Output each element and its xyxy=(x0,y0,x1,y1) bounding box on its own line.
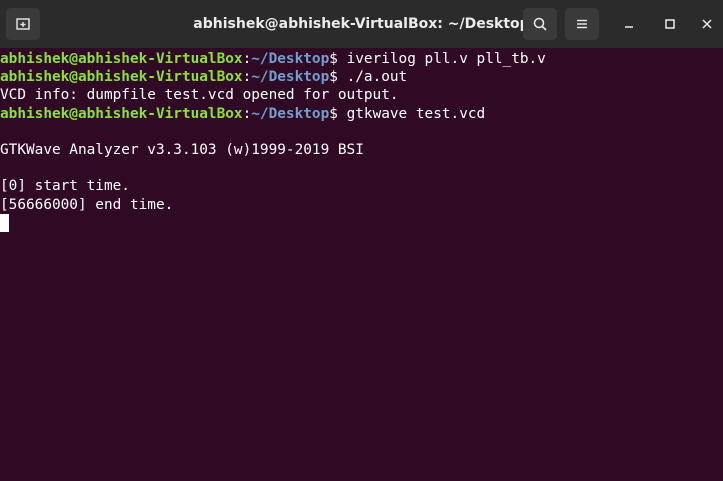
search-button[interactable] xyxy=(523,8,557,40)
prompt-separator: : xyxy=(242,105,252,122)
search-icon xyxy=(533,17,547,31)
prompt-separator: : xyxy=(242,69,252,86)
output-text: GTKWave Analyzer v3.3.103 (w)1999-2019 B… xyxy=(0,141,364,158)
command-text: $ gtkwave test.vcd xyxy=(329,105,486,122)
terminal-output[interactable]: abhishek@abhishek-VirtualBox:~/Desktop$ … xyxy=(0,48,723,481)
terminal-line: abhishek@abhishek-VirtualBox:~/Desktop$ … xyxy=(0,50,723,68)
maximize-icon xyxy=(665,19,675,29)
terminal-line xyxy=(0,213,723,232)
command-text: $ iverilog pll.v pll_tb.v xyxy=(329,51,546,67)
prompt-path: ~/Desktop xyxy=(251,105,330,122)
terminal-line: GTKWave Analyzer v3.3.103 (w)1999-2019 B… xyxy=(0,141,723,159)
terminal-line: abhishek@abhishek-VirtualBox:~/Desktop$ … xyxy=(0,105,723,123)
title-bar[interactable]: abhishek@abhishek-VirtualBox: ~/Desktop xyxy=(0,0,723,48)
output-text: VCD info: dumpfile test.vcd opened for o… xyxy=(0,87,399,104)
minimize-button[interactable] xyxy=(619,14,639,34)
text-cursor xyxy=(0,213,9,232)
close-icon xyxy=(702,19,712,29)
prompt-user: abhishek@abhishek-VirtualBox xyxy=(0,51,243,67)
new-tab-button[interactable] xyxy=(6,8,40,40)
minimize-icon xyxy=(625,26,633,28)
terminal-line: [56666000] end time. xyxy=(0,196,723,214)
terminal-line: [0] start time. xyxy=(0,177,723,195)
terminal-line: abhishek@abhishek-VirtualBox:~/Desktop$ … xyxy=(0,68,723,86)
maximize-button[interactable] xyxy=(660,14,680,34)
prompt-path: ~/Desktop xyxy=(251,69,330,86)
hamburger-menu-icon xyxy=(577,19,587,29)
command-text: $ ./a.out xyxy=(329,69,408,86)
close-button[interactable] xyxy=(697,14,717,34)
new-tab-icon xyxy=(16,18,30,30)
menu-button[interactable] xyxy=(565,8,599,40)
prompt-separator: : xyxy=(242,51,252,67)
prompt-user: abhishek@abhishek-VirtualBox xyxy=(0,105,243,122)
terminal-line: VCD info: dumpfile test.vcd opened for o… xyxy=(0,86,723,104)
output-text: [0] start time. xyxy=(0,178,130,195)
prompt-user: abhishek@abhishek-VirtualBox xyxy=(0,69,243,86)
window-title: abhishek@abhishek-VirtualBox: ~/Desktop xyxy=(193,16,530,32)
prompt-path: ~/Desktop xyxy=(251,51,330,67)
output-text: [56666000] end time. xyxy=(0,196,174,213)
terminal-window: abhishek@abhishek-VirtualBox: ~/Desktop xyxy=(0,0,723,481)
